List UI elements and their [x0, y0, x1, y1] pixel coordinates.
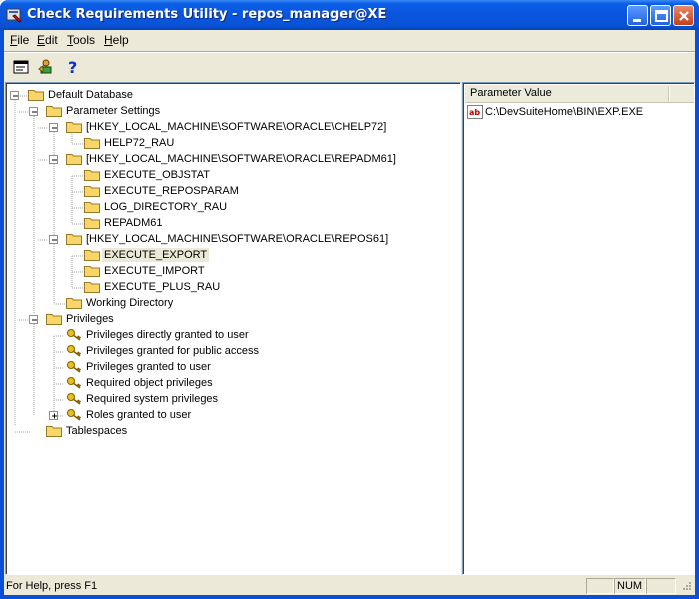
status-bar: For Help, press F1 NUM	[4, 577, 695, 595]
menu-bar: File Edit Tools Help	[4, 30, 695, 50]
tree-label: LOG_DIRECTORY_RAU	[104, 201, 228, 213]
expand-icon[interactable]	[49, 411, 58, 420]
key-icon	[67, 329, 82, 341]
tree-label: Privileges granted for public access	[86, 345, 260, 357]
toolbar-divider	[4, 51, 695, 53]
collapse-icon[interactable]	[49, 235, 58, 244]
status-panel-caps	[586, 578, 614, 594]
key-icon	[67, 345, 82, 357]
maximize-button[interactable]	[650, 5, 671, 26]
tree-label: Working Directory	[86, 297, 174, 309]
svg-text:?: ?	[68, 59, 77, 75]
key-icon	[67, 393, 82, 405]
tree-view[interactable]: Default Database Parameter Settings [HKE…	[5, 82, 461, 575]
tree-label: Privileges	[66, 313, 114, 325]
folder-icon	[66, 154, 82, 165]
folder-icon	[84, 282, 100, 293]
collapse-icon[interactable]	[49, 155, 58, 164]
folder-icon	[66, 234, 82, 245]
folder-icon	[84, 170, 100, 181]
close-button[interactable]	[673, 5, 694, 26]
tree-label: Privileges granted to user	[86, 361, 211, 373]
menu-edit[interactable]: Edit	[37, 33, 58, 47]
status-help-text: For Help, press F1	[6, 580, 98, 592]
folder-icon	[46, 426, 62, 437]
client-area: File Edit Tools Help ? Default Database …	[4, 30, 695, 595]
list-item-value: C:\DevSuiteHome\BIN\EXP.EXE	[485, 106, 644, 118]
tree-label: Default Database	[48, 89, 133, 101]
collapse-icon[interactable]	[49, 123, 58, 132]
tree-label: Tablespaces	[66, 425, 128, 437]
folder-icon	[84, 250, 100, 261]
folder-icon	[46, 314, 62, 325]
folder-icon	[84, 202, 100, 213]
properties-icon	[13, 60, 29, 74]
help-icon: ?	[68, 59, 77, 75]
tree-label: HELP72_RAU	[104, 137, 175, 149]
tree-label: Privileges directly granted to user	[86, 329, 249, 341]
folder-icon	[66, 122, 82, 133]
title-bar[interactable]: Check Requirements Utility - repos_manag…	[0, 0, 699, 30]
key-icon	[67, 377, 82, 389]
collapse-icon[interactable]	[10, 91, 19, 100]
tree-label: REPADM61	[104, 217, 163, 229]
tree-label: [HKEY_LOCAL_MACHINE\SOFTWARE\ORACLE\REPO…	[86, 233, 389, 245]
parameter-list-view[interactable]: Parameter Value ab C:\DevSuiteHome\BIN\E…	[462, 82, 695, 575]
tree-label: Roles granted to user	[86, 409, 192, 421]
column-header-parameter-value[interactable]: Parameter Value	[465, 85, 694, 103]
tree-label: Required object privileges	[86, 377, 213, 389]
column-header-label: Parameter Value	[470, 87, 552, 99]
column-divider[interactable]	[668, 87, 670, 101]
tree-label: [HKEY_LOCAL_MACHINE\SOFTWARE\ORACLE\REPA…	[86, 153, 396, 165]
svg-text:ab: ab	[469, 108, 480, 117]
menu-tools[interactable]: Tools	[67, 33, 95, 47]
key-icon	[67, 409, 82, 421]
tree-label-selected: EXECUTE_EXPORT	[102, 248, 210, 262]
tree-label: EXECUTE_PLUS_RAU	[104, 281, 221, 293]
resize-grip-icon[interactable]	[680, 581, 692, 593]
collapse-icon[interactable]	[29, 107, 38, 116]
application-window: Check Requirements Utility - repos_manag…	[0, 0, 699, 599]
connect-button[interactable]	[35, 56, 57, 78]
app-icon[interactable]	[6, 7, 23, 23]
tree-label: EXECUTE_IMPORT	[104, 265, 205, 277]
tree-label: Parameter Settings	[66, 105, 161, 117]
folder-icon	[28, 90, 44, 101]
tree-label: EXECUTE_OBJSTAT	[104, 169, 210, 181]
folder-icon	[84, 218, 100, 229]
string-value-icon: ab	[467, 105, 483, 119]
tree-label: [HKEY_LOCAL_MACHINE\SOFTWARE\ORACLE\CHEL…	[86, 121, 387, 133]
window-title: Check Requirements Utility - repos_manag…	[27, 7, 387, 22]
minimize-button[interactable]	[627, 5, 648, 26]
key-icon	[67, 361, 82, 373]
folder-icon	[46, 106, 62, 117]
status-panel-num: NUM	[614, 578, 646, 594]
folder-icon	[84, 266, 100, 277]
properties-button[interactable]	[10, 56, 32, 78]
connect-icon	[38, 59, 52, 74]
folder-icon	[84, 186, 100, 197]
tree-label: Required system privileges	[86, 393, 219, 405]
collapse-icon[interactable]	[29, 315, 38, 324]
tree-label: EXECUTE_REPOSPARAM	[104, 185, 239, 197]
menu-help[interactable]: Help	[104, 33, 129, 47]
help-button[interactable]: ?	[62, 56, 84, 78]
folder-icon	[84, 138, 100, 149]
menu-file[interactable]: File	[10, 33, 29, 47]
folder-icon	[66, 298, 82, 309]
status-panel-scroll	[646, 578, 676, 594]
